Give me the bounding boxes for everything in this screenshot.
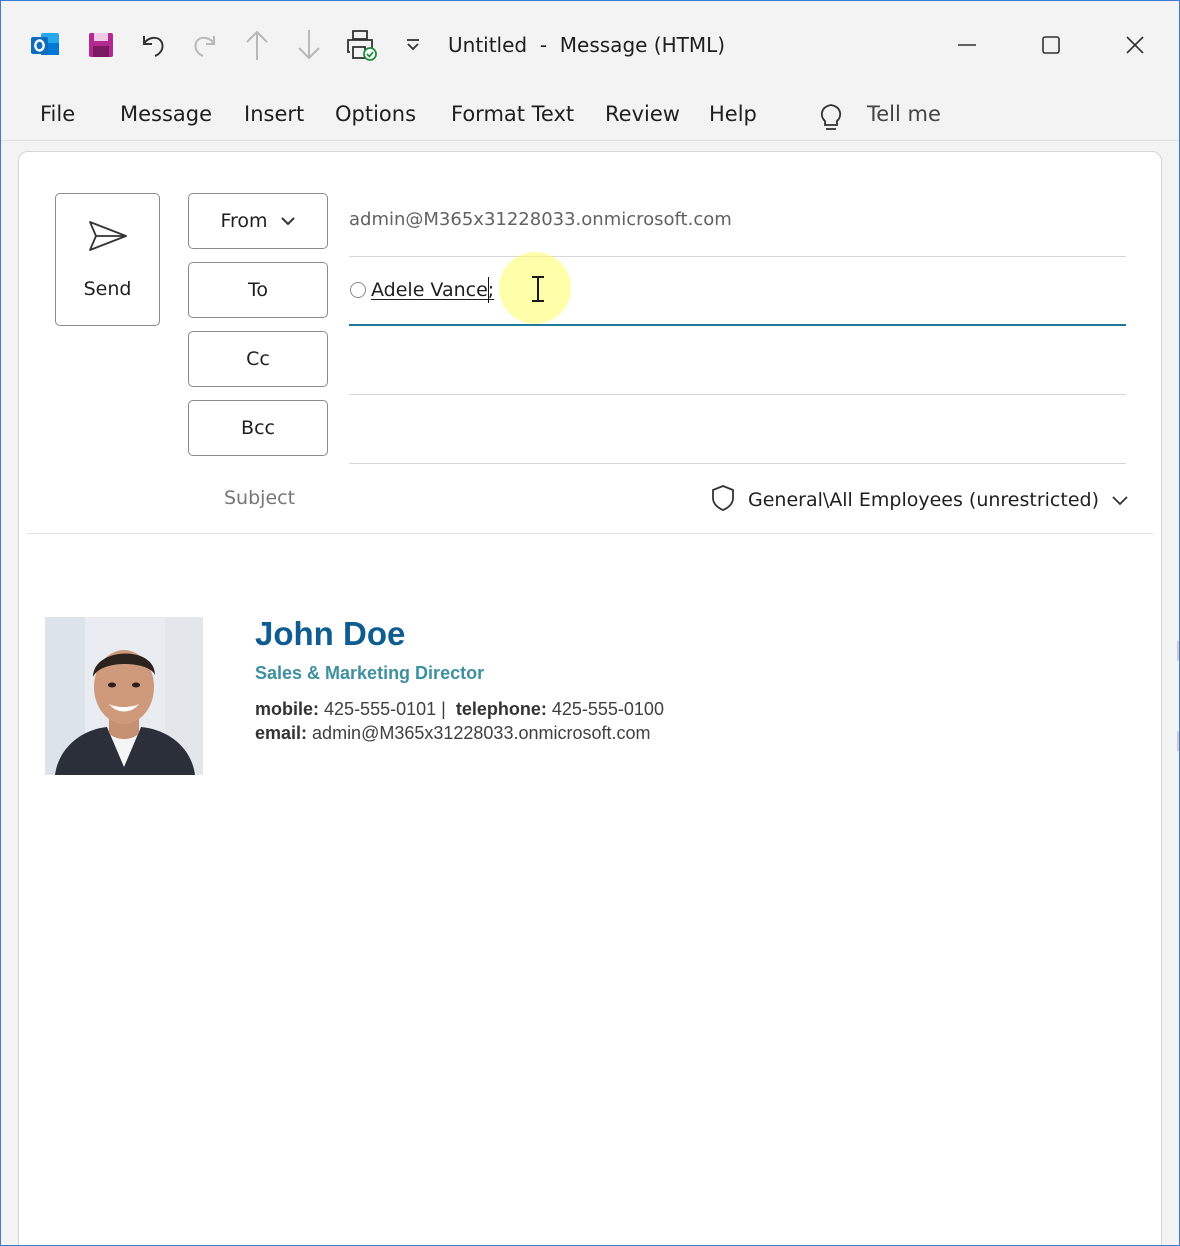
menu-message[interactable]: Message — [120, 102, 212, 126]
lightbulb-icon[interactable] — [817, 101, 845, 137]
bcc-label: Bcc — [241, 417, 275, 439]
subject-field[interactable]: Subject — [224, 487, 295, 509]
menu-format-text[interactable]: Format Text — [451, 102, 574, 126]
signature-email-line: email: admin@M365x31228033.onmicrosoft.c… — [255, 723, 651, 744]
from-address: admin@M365x31228033.onmicrosoft.com — [349, 209, 732, 230]
redo-icon[interactable] — [187, 27, 223, 63]
from-button[interactable]: From — [188, 193, 328, 249]
email-value: admin@M365x31228033.onmicrosoft.com — [312, 723, 651, 743]
signature-title: Sales & Marketing Director — [255, 663, 485, 683]
from-label: From — [220, 210, 268, 232]
text-caret — [488, 277, 489, 303]
customize-toolbar-icon[interactable] — [395, 27, 431, 63]
send-label: Send — [83, 278, 132, 300]
print-icon[interactable] — [343, 27, 379, 63]
title-bar: Untitled - Message (HTML) — [1, 1, 1179, 89]
window-title: Untitled - Message (HTML) — [448, 33, 725, 57]
to-button[interactable]: To — [188, 262, 328, 318]
cc-input-underline[interactable] — [349, 394, 1126, 395]
header-body-divider — [27, 533, 1153, 534]
menu-review[interactable]: Review — [605, 102, 680, 126]
to-label: To — [247, 279, 268, 301]
telephone-value: 425-555-0100 — [551, 699, 664, 719]
signature-phone-line: mobile: 425-555-0101 | telephone: 425-55… — [255, 699, 664, 719]
bcc-button[interactable]: Bcc — [188, 400, 328, 456]
menu-help[interactable]: Help — [709, 102, 757, 126]
telephone-label: telephone: — [455, 699, 547, 719]
to-input-underline[interactable] — [349, 324, 1126, 326]
sensitivity-dropdown[interactable]: General\All Employees (unrestricted) — [710, 484, 1129, 516]
presence-status-icon — [350, 282, 366, 298]
menu-insert[interactable]: Insert — [244, 102, 304, 126]
menu-file[interactable]: File — [40, 102, 75, 126]
tell-me-search[interactable]: Tell me — [867, 102, 941, 126]
save-icon[interactable] — [83, 27, 119, 63]
send-button[interactable]: Send — [55, 193, 160, 326]
chevron-down-icon — [280, 210, 296, 232]
maximize-icon[interactable] — [1031, 27, 1071, 63]
outlook-logo-icon — [27, 27, 63, 63]
close-icon[interactable] — [1115, 27, 1155, 63]
mobile-value: 425-555-0101 — [324, 699, 437, 719]
cc-button[interactable]: Cc — [188, 331, 328, 387]
bcc-input-underline[interactable] — [349, 463, 1126, 464]
cc-label: Cc — [246, 348, 270, 370]
outlook-message-window: Untitled - Message (HTML) File Message I… — [0, 0, 1180, 1246]
title-untitled: Untitled — [448, 33, 528, 57]
mobile-label: mobile: — [255, 699, 320, 719]
previous-item-icon[interactable] — [239, 27, 275, 63]
next-item-icon[interactable] — [291, 27, 327, 63]
undo-icon[interactable] — [135, 27, 171, 63]
signature-name: John Doe — [255, 615, 406, 652]
title-message-type: Message (HTML) — [559, 33, 726, 57]
email-label: email: — [255, 723, 308, 743]
sensitivity-label: General\All Employees (unrestricted) — [748, 489, 1099, 511]
from-divider — [349, 256, 1126, 257]
title-separator: - — [539, 33, 548, 57]
ibeam-cursor-icon — [529, 275, 547, 307]
minimize-icon[interactable] — [947, 27, 987, 63]
signature-photo — [45, 617, 203, 775]
shield-icon — [710, 484, 736, 516]
menu-options[interactable]: Options — [335, 102, 416, 126]
chevron-down-icon — [1111, 491, 1129, 510]
to-recipient-chip[interactable]: Adele Vance; — [371, 279, 494, 301]
send-icon — [86, 218, 130, 258]
menu-bar: File Message Insert Options Format Text … — [1, 89, 1179, 141]
